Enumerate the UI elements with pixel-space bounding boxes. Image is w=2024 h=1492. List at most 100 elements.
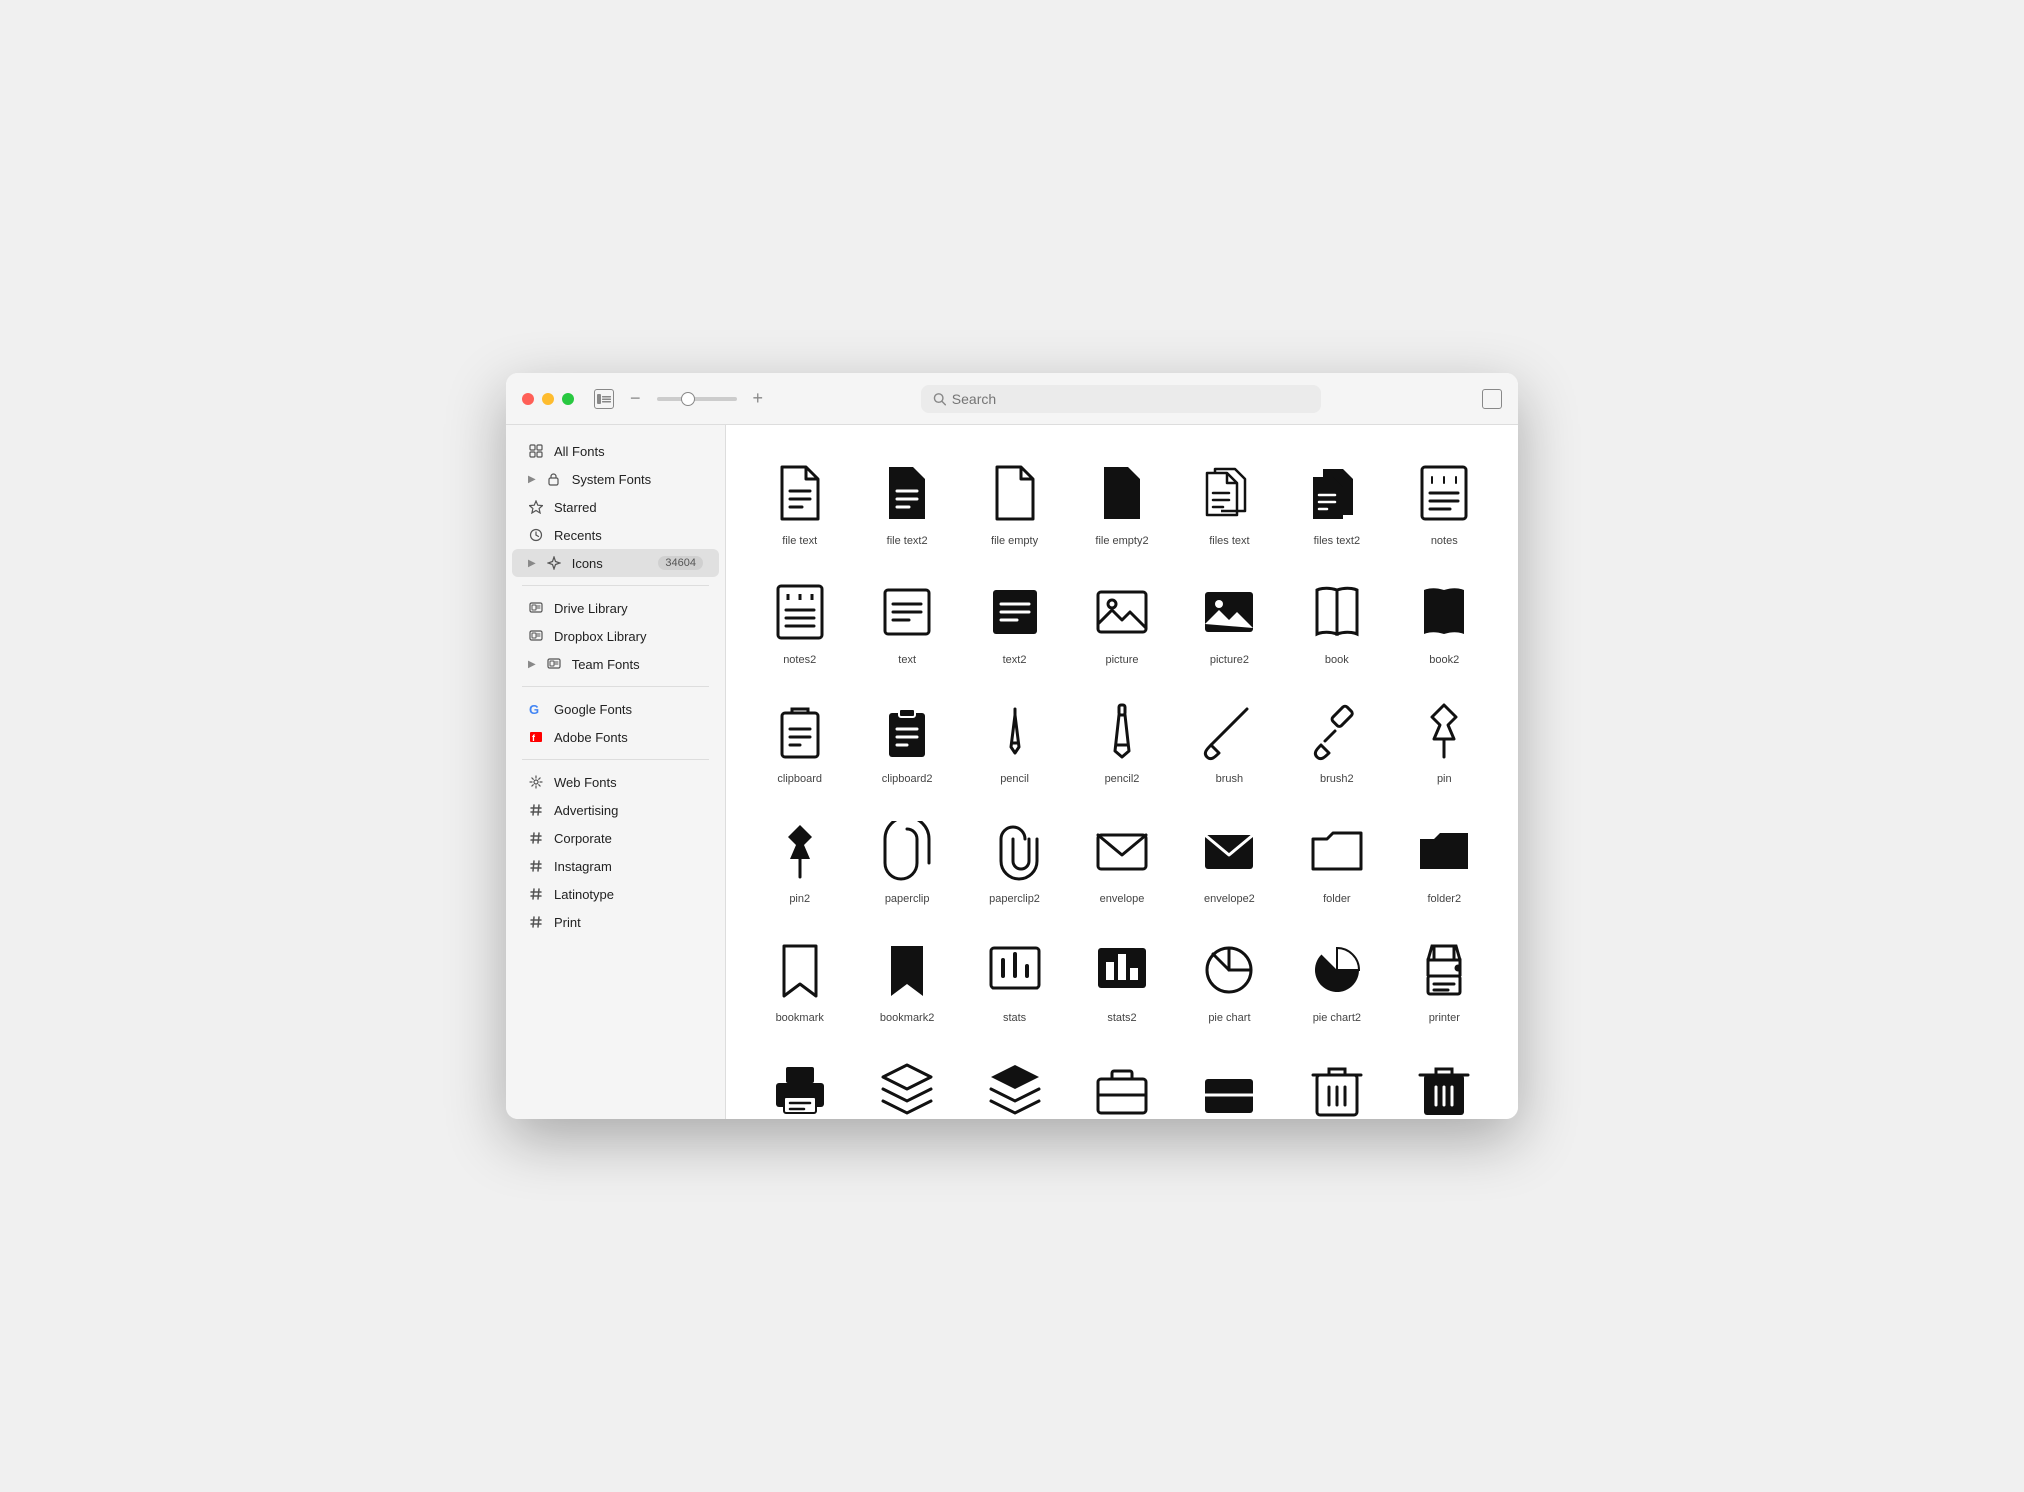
sidebar-item-drive-library[interactable]: Drive Library: [512, 594, 719, 622]
zoom-minus-button[interactable]: −: [626, 388, 645, 409]
icon-item-file-text[interactable]: file text: [750, 445, 849, 556]
minimize-button[interactable]: [542, 393, 554, 405]
icon-item-trash[interactable]: trash: [1287, 1041, 1386, 1119]
sidebar-item-recents[interactable]: Recents: [512, 521, 719, 549]
icon-item-layers[interactable]: layers: [857, 1041, 956, 1119]
icon-preview: [1193, 576, 1265, 648]
search-bar[interactable]: [921, 385, 1321, 413]
icon-item-pencil2[interactable]: pencil2: [1072, 683, 1171, 794]
icon-item-envelope2[interactable]: envelope2: [1180, 803, 1279, 914]
icon-item-layers2[interactable]: layers2: [965, 1041, 1064, 1119]
layout-toggle-button[interactable]: [1482, 389, 1502, 409]
icon-item-file-empty[interactable]: file empty: [965, 445, 1064, 556]
icon-item-files-text2[interactable]: files text2: [1287, 445, 1386, 556]
close-button[interactable]: [522, 393, 534, 405]
icon-item-printer2[interactable]: printer2: [750, 1041, 849, 1119]
icon-item-picture[interactable]: picture: [1072, 564, 1171, 675]
icon-label: files text2: [1314, 535, 1360, 548]
icon-preview: [1193, 1053, 1265, 1119]
icon-item-stats[interactable]: stats: [965, 922, 1064, 1033]
sidebar-item-corporate[interactable]: Corporate: [512, 824, 719, 852]
sidebar-toggle-button[interactable]: [594, 389, 614, 409]
icon-item-bookmark2[interactable]: bookmark2: [857, 922, 956, 1033]
icon-preview: [1086, 815, 1158, 887]
zoom-plus-button[interactable]: +: [749, 388, 768, 409]
icon-item-text2[interactable]: text2: [965, 564, 1064, 675]
icon-item-brush2[interactable]: brush2: [1287, 683, 1386, 794]
icon-item-pin[interactable]: pin: [1395, 683, 1494, 794]
icon-label: clipboard2: [882, 773, 933, 786]
icon-item-picture2[interactable]: picture2: [1180, 564, 1279, 675]
icon-preview: [871, 815, 943, 887]
icon-item-pie-chart[interactable]: pie chart: [1180, 922, 1279, 1033]
icon-preview: [1301, 695, 1373, 767]
icon-item-book2[interactable]: book2: [1395, 564, 1494, 675]
sidebar-item-system-fonts[interactable]: ▶ System Fonts: [512, 465, 719, 493]
icon-label: pie chart: [1208, 1012, 1250, 1025]
icon-item-folder2[interactable]: folder2: [1395, 803, 1494, 914]
icon-item-pin2[interactable]: pin2: [750, 803, 849, 914]
icon-label: file empty2: [1095, 535, 1148, 548]
sidebar-item-web-fonts[interactable]: Web Fonts: [512, 768, 719, 796]
icon-preview: [1086, 1053, 1158, 1119]
icon-preview: [764, 1053, 836, 1119]
icon-item-briefcase2[interactable]: briefcase2: [1180, 1041, 1279, 1119]
icon-item-paperclip2[interactable]: paperclip2: [965, 803, 1064, 914]
sidebar-item-starred[interactable]: Starred: [512, 493, 719, 521]
icon-label: book2: [1429, 654, 1459, 667]
icon-preview: [1193, 457, 1265, 529]
icon-item-book[interactable]: book: [1287, 564, 1386, 675]
icon-item-clipboard[interactable]: clipboard: [750, 683, 849, 794]
icon-item-envelope[interactable]: envelope: [1072, 803, 1171, 914]
icon-label: envelope2: [1204, 893, 1255, 906]
icon-preview: [1086, 457, 1158, 529]
icon-item-printer[interactable]: printer: [1395, 922, 1494, 1033]
main-content: All Fonts ▶ System Fonts Starred: [506, 425, 1518, 1119]
chevron-right-icon: ▶: [528, 474, 536, 485]
sidebar-item-dropbox-library[interactable]: Dropbox Library: [512, 622, 719, 650]
sidebar: All Fonts ▶ System Fonts Starred: [506, 425, 726, 1119]
icon-item-pencil[interactable]: pencil: [965, 683, 1064, 794]
icon-item-clipboard2[interactable]: clipboard2: [857, 683, 956, 794]
sidebar-item-instagram[interactable]: Instagram: [512, 852, 719, 880]
icon-item-bookmark[interactable]: bookmark: [750, 922, 849, 1033]
icon-item-file-text2[interactable]: file text2: [857, 445, 956, 556]
icon-item-folder[interactable]: folder: [1287, 803, 1386, 914]
divider-3: [522, 759, 709, 760]
sidebar-item-label: Starred: [554, 500, 597, 515]
sidebar-item-advertising[interactable]: Advertising: [512, 796, 719, 824]
icon-item-briefcase[interactable]: briefcase: [1072, 1041, 1171, 1119]
maximize-button[interactable]: [562, 393, 574, 405]
icon-item-file-empty2[interactable]: file empty2: [1072, 445, 1171, 556]
icon-item-trash2[interactable]: trash2: [1395, 1041, 1494, 1119]
icon-item-paperclip[interactable]: paperclip: [857, 803, 956, 914]
icon-item-files-text[interactable]: files text: [1180, 445, 1279, 556]
sidebar-item-label: Adobe Fonts: [554, 730, 628, 745]
sidebar-item-label: Latinotype: [554, 887, 614, 902]
icon-item-text[interactable]: text: [857, 564, 956, 675]
icon-label: text: [898, 654, 916, 667]
icon-item-brush[interactable]: brush: [1180, 683, 1279, 794]
sidebar-item-google-fonts[interactable]: G Google Fonts: [512, 695, 719, 723]
sidebar-item-label: Corporate: [554, 831, 612, 846]
sidebar-item-adobe-fonts[interactable]: f Adobe Fonts: [512, 723, 719, 751]
icon-preview: [1086, 576, 1158, 648]
icon-item-notes2[interactable]: notes2: [750, 564, 849, 675]
sidebar-item-latinotype[interactable]: Latinotype: [512, 880, 719, 908]
icon-item-notes[interactable]: notes: [1395, 445, 1494, 556]
icon-item-pie-chart2[interactable]: pie chart2: [1287, 922, 1386, 1033]
sidebar-item-print[interactable]: Print: [512, 908, 719, 936]
icon-preview: [871, 934, 943, 1006]
icon-label: stats: [1003, 1012, 1026, 1025]
sidebar-item-icons[interactable]: ▶ Icons 34604: [512, 549, 719, 577]
icon-label: bookmark2: [880, 1012, 934, 1025]
sidebar-item-all-fonts[interactable]: All Fonts: [512, 437, 719, 465]
sidebar-item-team-fonts[interactable]: ▶ Team Fonts: [512, 650, 719, 678]
traffic-lights: [522, 393, 574, 405]
icon-label: bookmark: [776, 1012, 824, 1025]
zoom-slider[interactable]: [657, 397, 737, 401]
hash-icon-4: [528, 886, 544, 902]
icon-item-stats2[interactable]: stats2: [1072, 922, 1171, 1033]
search-input[interactable]: [952, 391, 1309, 407]
icon-label: file text2: [887, 535, 928, 548]
